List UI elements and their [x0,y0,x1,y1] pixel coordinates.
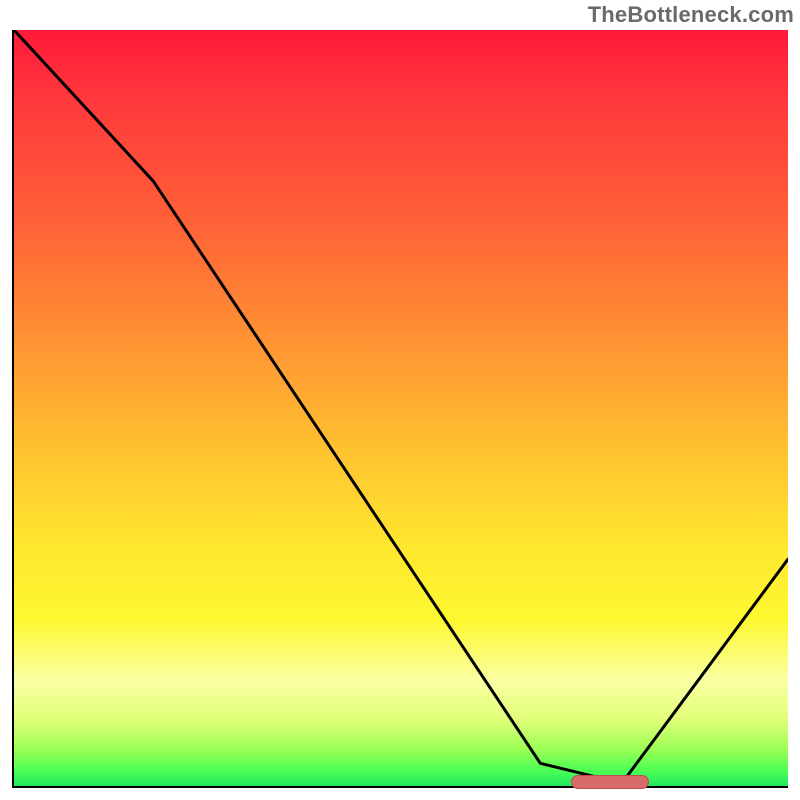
bottleneck-curve [14,30,788,786]
optimal-marker [571,775,648,789]
watermark-text: TheBottleneck.com [588,2,794,28]
plot-area [12,30,788,788]
chart-container: TheBottleneck.com [0,0,800,800]
